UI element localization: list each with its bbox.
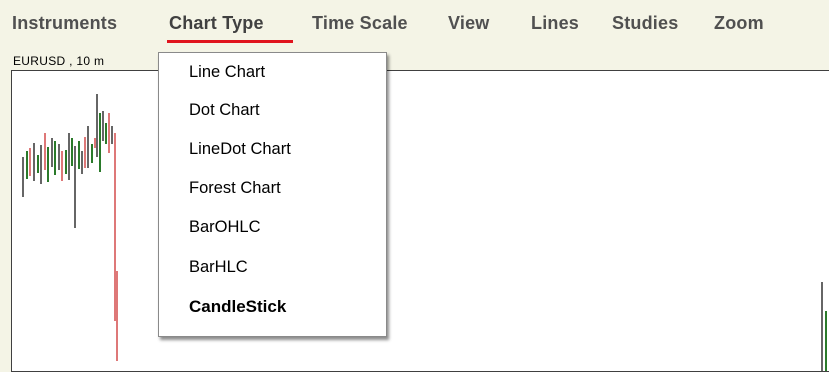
menu-studies[interactable]: Studies — [612, 13, 678, 34]
dropdown-item-candlestick[interactable]: CandleStick — [189, 297, 286, 317]
menu-view[interactable]: View — [448, 13, 490, 34]
chart-area[interactable] — [11, 70, 829, 372]
menu-zoom[interactable]: Zoom — [714, 13, 764, 34]
dropdown-item-barhlc[interactable]: BarHLC — [189, 258, 248, 277]
menu-instruments[interactable]: Instruments — [12, 13, 117, 34]
chart-type-dropdown: Line Chart Dot Chart LineDot Chart Fores… — [158, 52, 387, 337]
menu-chart-type[interactable]: Chart Type — [169, 13, 264, 34]
dropdown-item-forest-chart[interactable]: Forest Chart — [189, 179, 281, 198]
price-bars — [22, 94, 827, 371]
chart-symbol-label: EURUSD , 10 m — [13, 54, 105, 68]
dropdown-item-barohlc[interactable]: BarOHLC — [189, 218, 261, 237]
active-menu-underline — [167, 40, 293, 43]
dropdown-item-linedot-chart[interactable]: LineDot Chart — [189, 140, 291, 159]
dropdown-item-line-chart[interactable]: Line Chart — [189, 63, 265, 82]
menu-lines[interactable]: Lines — [531, 13, 579, 34]
menu-time-scale[interactable]: Time Scale — [312, 13, 408, 34]
menu-bar: Instruments Chart Type Time Scale View L… — [0, 0, 829, 50]
dropdown-item-dot-chart[interactable]: Dot Chart — [189, 101, 260, 120]
